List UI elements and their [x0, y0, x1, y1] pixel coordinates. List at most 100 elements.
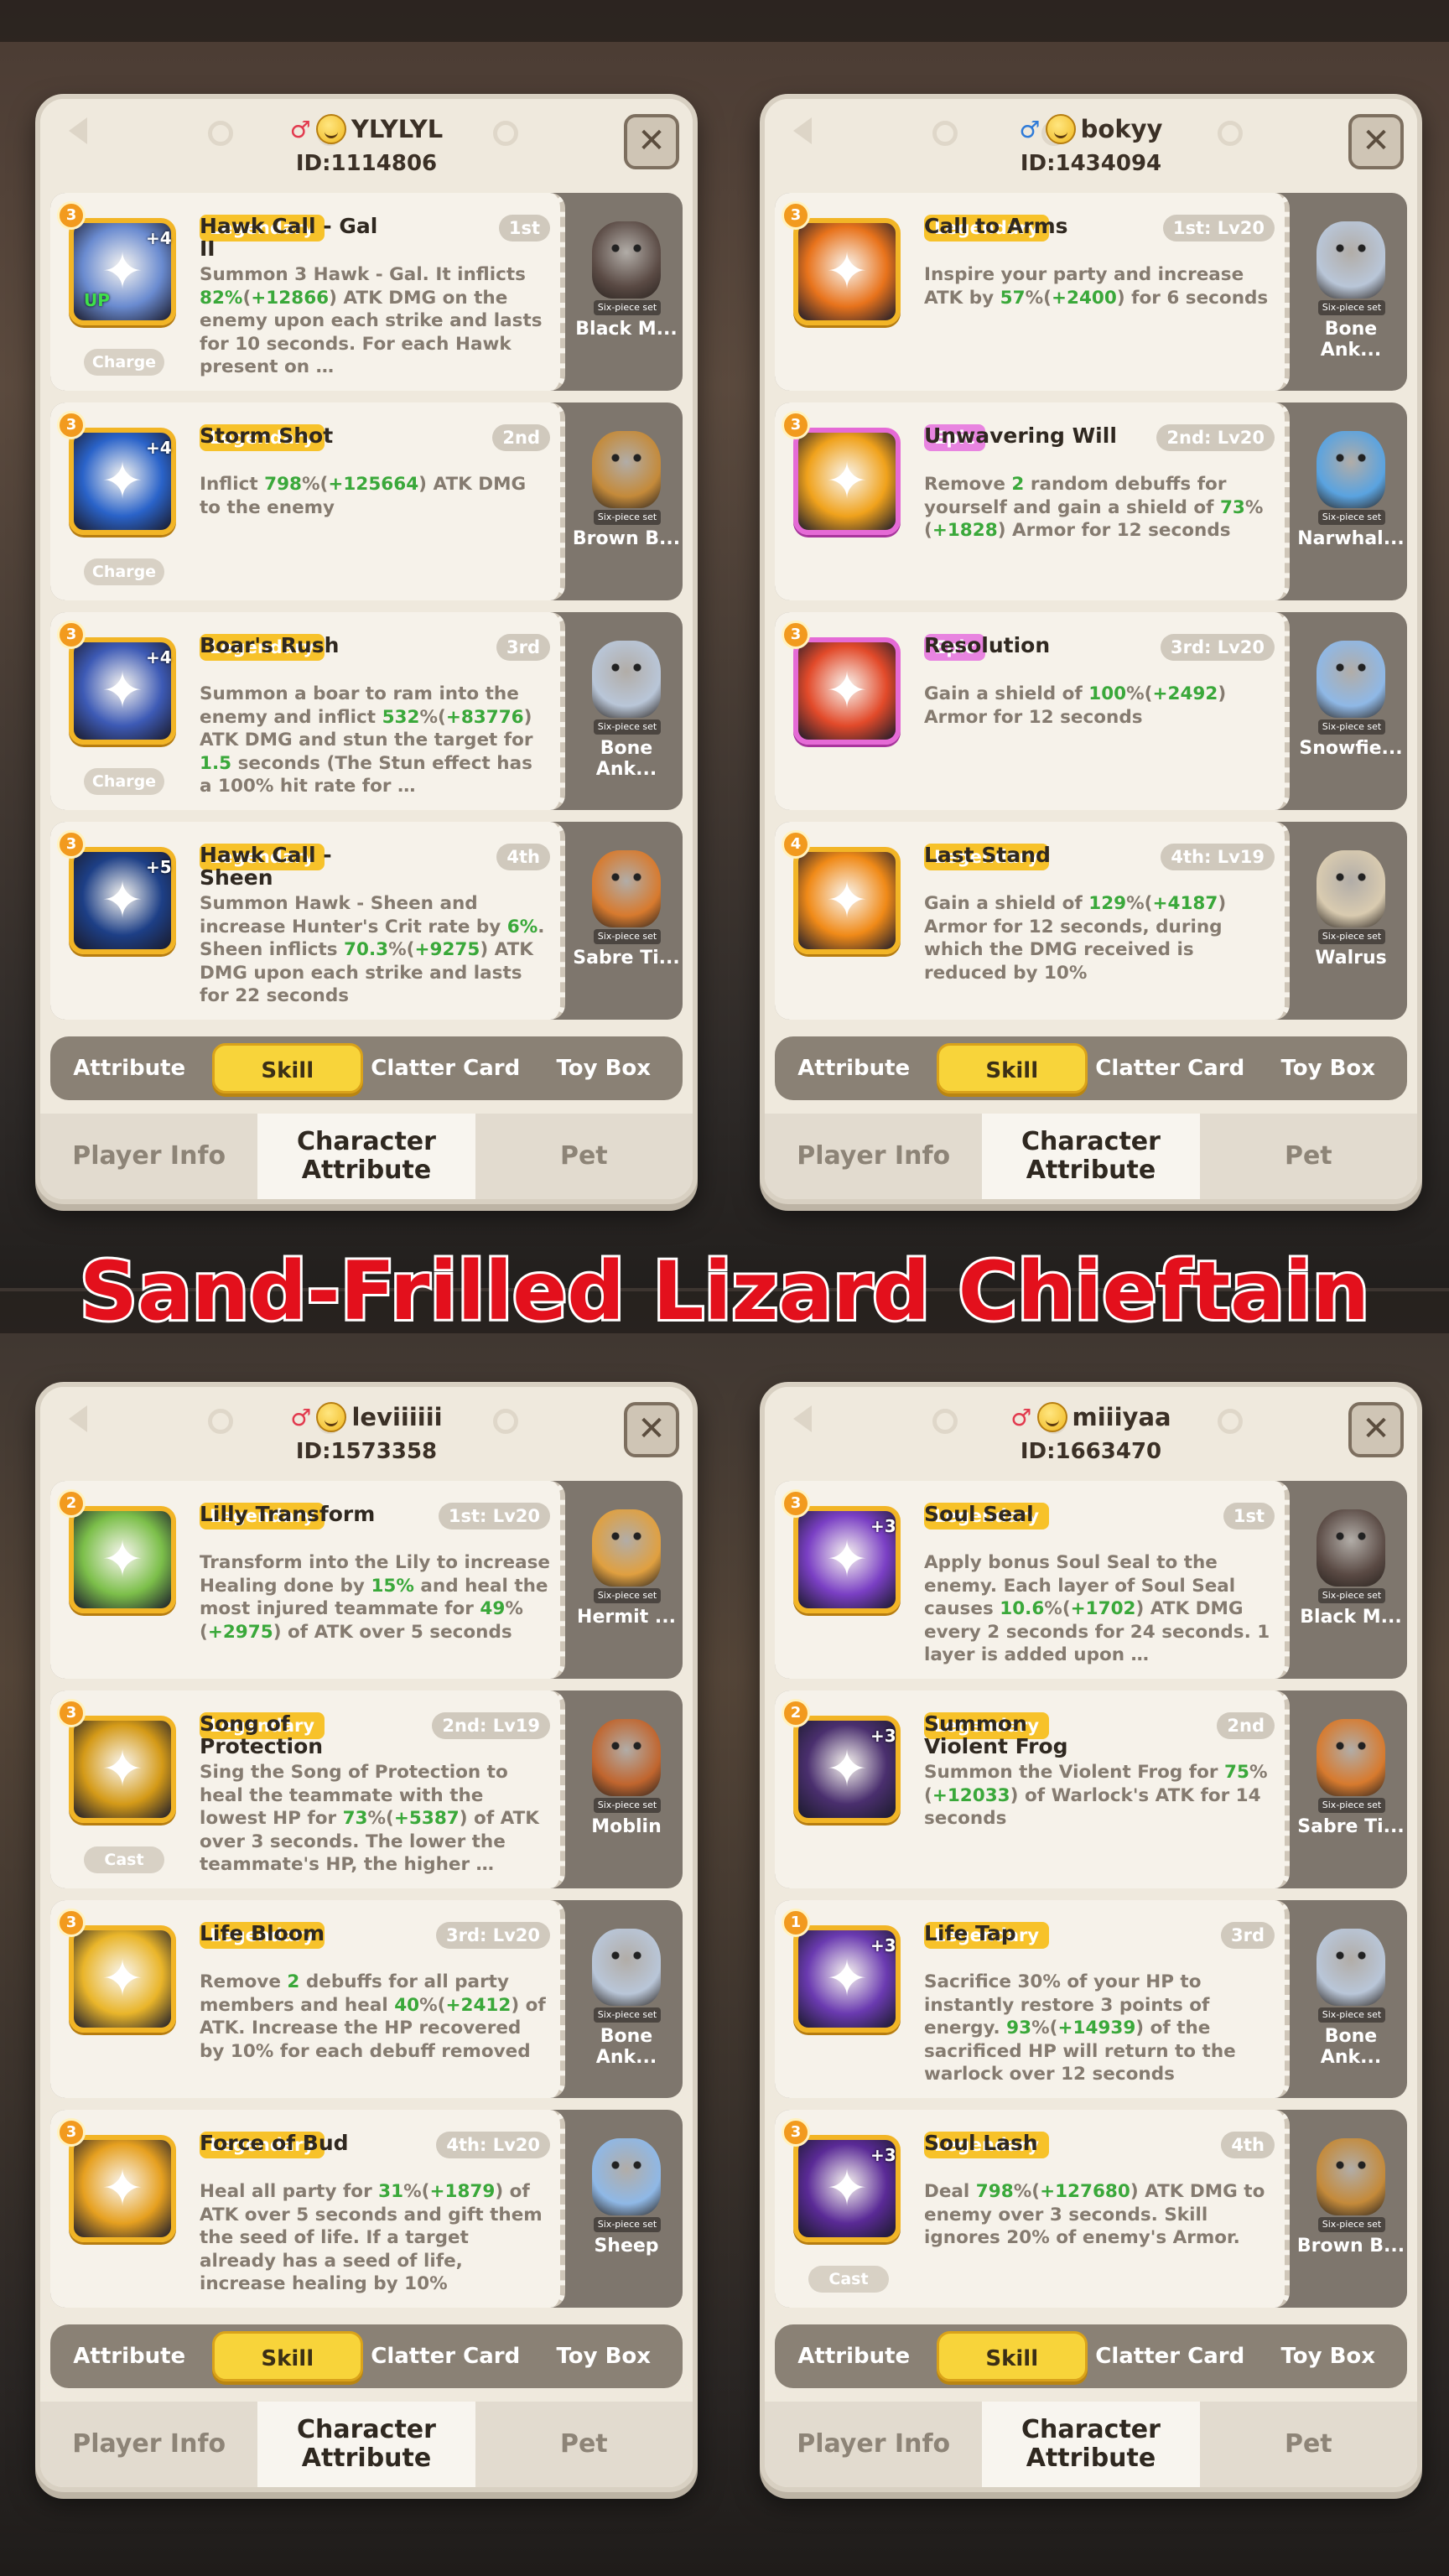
bottom-tab-bar: Player Info Character Attribute Pet [765, 1114, 1417, 1199]
pet-slot[interactable]: Six-piece set Sheep [570, 2110, 683, 2308]
set-label: Six-piece set [1318, 1798, 1385, 1813]
skill-card[interactable]: ✦ 2 Legendary Lilly Transform 1st: Lv20 Trans… [50, 1481, 683, 1679]
skill-card[interactable]: ✦ 3 +3 Legendary Soul Seal 1st Apply bonus Sou… [775, 1481, 1407, 1679]
skill-icon[interactable]: ✦ [69, 1925, 176, 2033]
skill-slot-tag: 4th [1221, 2132, 1275, 2158]
skill-name: Summon Violent Frog [924, 1711, 1068, 1758]
pet-slot[interactable]: Six-piece set Bone Ank... [570, 612, 683, 810]
tab-toy-box[interactable]: Toy Box [1253, 1043, 1404, 1093]
tab-character-attribute[interactable]: Character Attribute [982, 2402, 1200, 2487]
skill-art-icon: ✦ [101, 1740, 144, 1799]
close-button[interactable]: ✕ [1348, 1402, 1404, 1457]
set-label: Six-piece set [594, 2217, 661, 2232]
skill-card[interactable]: ✦ 3 +5 Legendary Hawk Call - Sheen 4th Summon … [50, 822, 683, 1020]
pet-slot[interactable]: Six-piece set Sabre Ti... [570, 822, 683, 1020]
skill-icon[interactable]: ✦ [69, 1506, 176, 1613]
highlight-value: 57 [1000, 287, 1026, 309]
pet-slot[interactable]: Six-piece set Brown B... [1295, 2110, 1407, 2308]
skill-card[interactable]: ✦ 3 Legendary Life Bloom 3rd: Lv20 Remove 2 d… [50, 1900, 683, 2098]
profile-panel: ♂ miiiyaa ID:1663470 ✕ ✦ 3 +3 Legendary Soul Sea… [760, 1382, 1422, 2492]
skill-description: Summon 3 Hawk - Gal. It inflicts 82%(+12… [200, 263, 550, 381]
tab-pet[interactable]: Pet [1200, 2402, 1417, 2487]
pet-slot[interactable]: Six-piece set Bone Ank... [570, 1900, 683, 2098]
skill-slot-tag: 2nd: Lv20 [1156, 424, 1275, 451]
skill-icon[interactable]: ✦ [69, 1716, 176, 1823]
pet-avatar [1317, 850, 1385, 927]
tab-skill[interactable]: Skill [211, 1043, 363, 1093]
tab-pet[interactable]: Pet [475, 2402, 693, 2487]
skill-card[interactable]: ✦ 3 +3 Cast Legendary Soul Lash 4th Deal 798%(+… [775, 2110, 1407, 2308]
gender-icon: ♂ [289, 115, 311, 143]
tab-toy-box[interactable]: Toy Box [528, 1043, 679, 1093]
description-text: Inflict [200, 474, 265, 495]
description-text: %( [1025, 287, 1052, 309]
tab-toy-box[interactable]: Toy Box [528, 2331, 679, 2381]
close-button[interactable]: ✕ [624, 1402, 679, 1457]
pet-slot[interactable]: Six-piece set Bone Ank... [1295, 1900, 1407, 2098]
skill-card[interactable]: ✦ 3 Epic Resolution 3rd: Lv20 Gain a shield o… [775, 612, 1407, 810]
pet-slot[interactable]: Six-piece set Hermit ... [570, 1481, 683, 1679]
tab-label: Character Attribute [1021, 2415, 1161, 2473]
close-button[interactable]: ✕ [624, 114, 679, 169]
tab-skill[interactable]: Skill [936, 1043, 1088, 1093]
tab-character-attribute[interactable]: Character Attribute [982, 1114, 1200, 1199]
skill-card[interactable]: ✦ 3 +4 Charge Legendary Storm Shot 2nd Inflict … [50, 402, 683, 600]
tab-character-attribute[interactable]: Character Attribute [257, 2402, 475, 2487]
skill-level-badge: 3 [57, 2118, 86, 2147]
close-button[interactable]: ✕ [1348, 114, 1404, 169]
skill-icon[interactable]: ✦ [793, 428, 901, 535]
skill-level-badge: 2 [782, 1699, 810, 1727]
tab-player-info[interactable]: Player Info [40, 2402, 257, 2487]
tab-attribute[interactable]: Attribute [54, 2331, 205, 2381]
tab-attribute[interactable]: Attribute [778, 1043, 929, 1093]
tab-skill[interactable]: Skill [936, 2331, 1088, 2381]
tab-clatter-card[interactable]: Clatter Card [1094, 1043, 1245, 1093]
skill-card[interactable]: ✦ 3 Legendary Force of Bud 4th: Lv20 Heal all… [50, 2110, 683, 2308]
pet-slot[interactable]: Six-piece set Moblin [570, 1690, 683, 1888]
highlight-value: 129 [1088, 893, 1127, 914]
skill-card[interactable]: ✦ 2 +3 Legendary Summon Violent Frog 2nd Summo… [775, 1690, 1407, 1888]
skill-card[interactable]: ✦ 3 Legendary Call to Arms 1st: Lv20 Inspire … [775, 193, 1407, 391]
tab-player-info[interactable]: Player Info [765, 1114, 982, 1199]
skill-icon[interactable]: ✦ [793, 847, 901, 954]
pet-slot[interactable]: Six-piece set Bone Ank... [1295, 193, 1407, 391]
skill-name: Resolution [924, 633, 1051, 657]
skill-icon[interactable]: ✦ [69, 2135, 176, 2242]
tab-character-attribute[interactable]: Character Attribute [257, 1114, 475, 1199]
sub-tab-bar: Attribute Skill Clatter Card Toy Box [775, 1036, 1407, 1100]
tab-pet[interactable]: Pet [1200, 1114, 1417, 1199]
pet-name: Sheep [594, 2236, 659, 2257]
tab-pet[interactable]: Pet [475, 1114, 693, 1199]
skill-card[interactable]: ✦ 3 +4 UP Charge Legendary Hawk Call - Gal II 1… [50, 193, 683, 391]
pet-slot[interactable]: Six-piece set Black M... [1295, 1481, 1407, 1679]
player-id: ID:1114806 [295, 151, 438, 176]
skill-icon[interactable]: ✦ [793, 637, 901, 745]
tab-attribute[interactable]: Attribute [54, 1043, 205, 1093]
tab-skill[interactable]: Skill [211, 2331, 363, 2381]
skill-icon[interactable]: ✦ [793, 218, 901, 325]
tab-player-info[interactable]: Player Info [40, 1114, 257, 1199]
tab-player-info[interactable]: Player Info [765, 2402, 982, 2487]
skill-card[interactable]: ✦ 4 Legendary Last Stand 4th: Lv19 Gain a shi… [775, 822, 1407, 1020]
pet-slot[interactable]: Six-piece set Narwhal... [1295, 402, 1407, 600]
pet-slot[interactable]: Six-piece set Black M... [570, 193, 683, 391]
skill-card[interactable]: ✦ 1 +3 Legendary Life Tap 3rd Sacrifice 30% of… [775, 1900, 1407, 2098]
tab-clatter-card[interactable]: Clatter Card [370, 1043, 521, 1093]
skill-card[interactable]: ✦ 3 Epic Unwavering Will 2nd: Lv20 Remove 2 r… [775, 402, 1407, 600]
tab-clatter-card[interactable]: Clatter Card [370, 2331, 521, 2381]
skill-slot-tag: 1st: Lv20 [1162, 215, 1275, 242]
tab-toy-box[interactable]: Toy Box [1253, 2331, 1404, 2381]
skill-card[interactable]: ✦ 3 Cast Legendary Song of Protection 2nd: Lv… [50, 1690, 683, 1888]
skill-card[interactable]: ✦ 3 +4 Charge Legendary Boar's Rush 3rd Summon … [50, 612, 683, 810]
pet-slot[interactable]: Six-piece set Sabre Ti... [1295, 1690, 1407, 1888]
pet-slot[interactable]: Six-piece set Brown B... [570, 402, 683, 600]
skill-description: Deal 798%(+127680) ATK DMG to enemy over… [924, 2180, 1275, 2298]
description-text: %( [388, 939, 415, 960]
tab-label: Character Attribute [1021, 1127, 1161, 1185]
tab-clatter-card[interactable]: Clatter Card [1094, 2331, 1245, 2381]
set-label: Six-piece set [1318, 2217, 1385, 2232]
pet-slot[interactable]: Six-piece set Walrus [1295, 822, 1407, 1020]
pet-slot[interactable]: Six-piece set Snowfie... [1295, 612, 1407, 810]
tab-attribute[interactable]: Attribute [778, 2331, 929, 2381]
description-text: Deal [924, 2181, 976, 2202]
